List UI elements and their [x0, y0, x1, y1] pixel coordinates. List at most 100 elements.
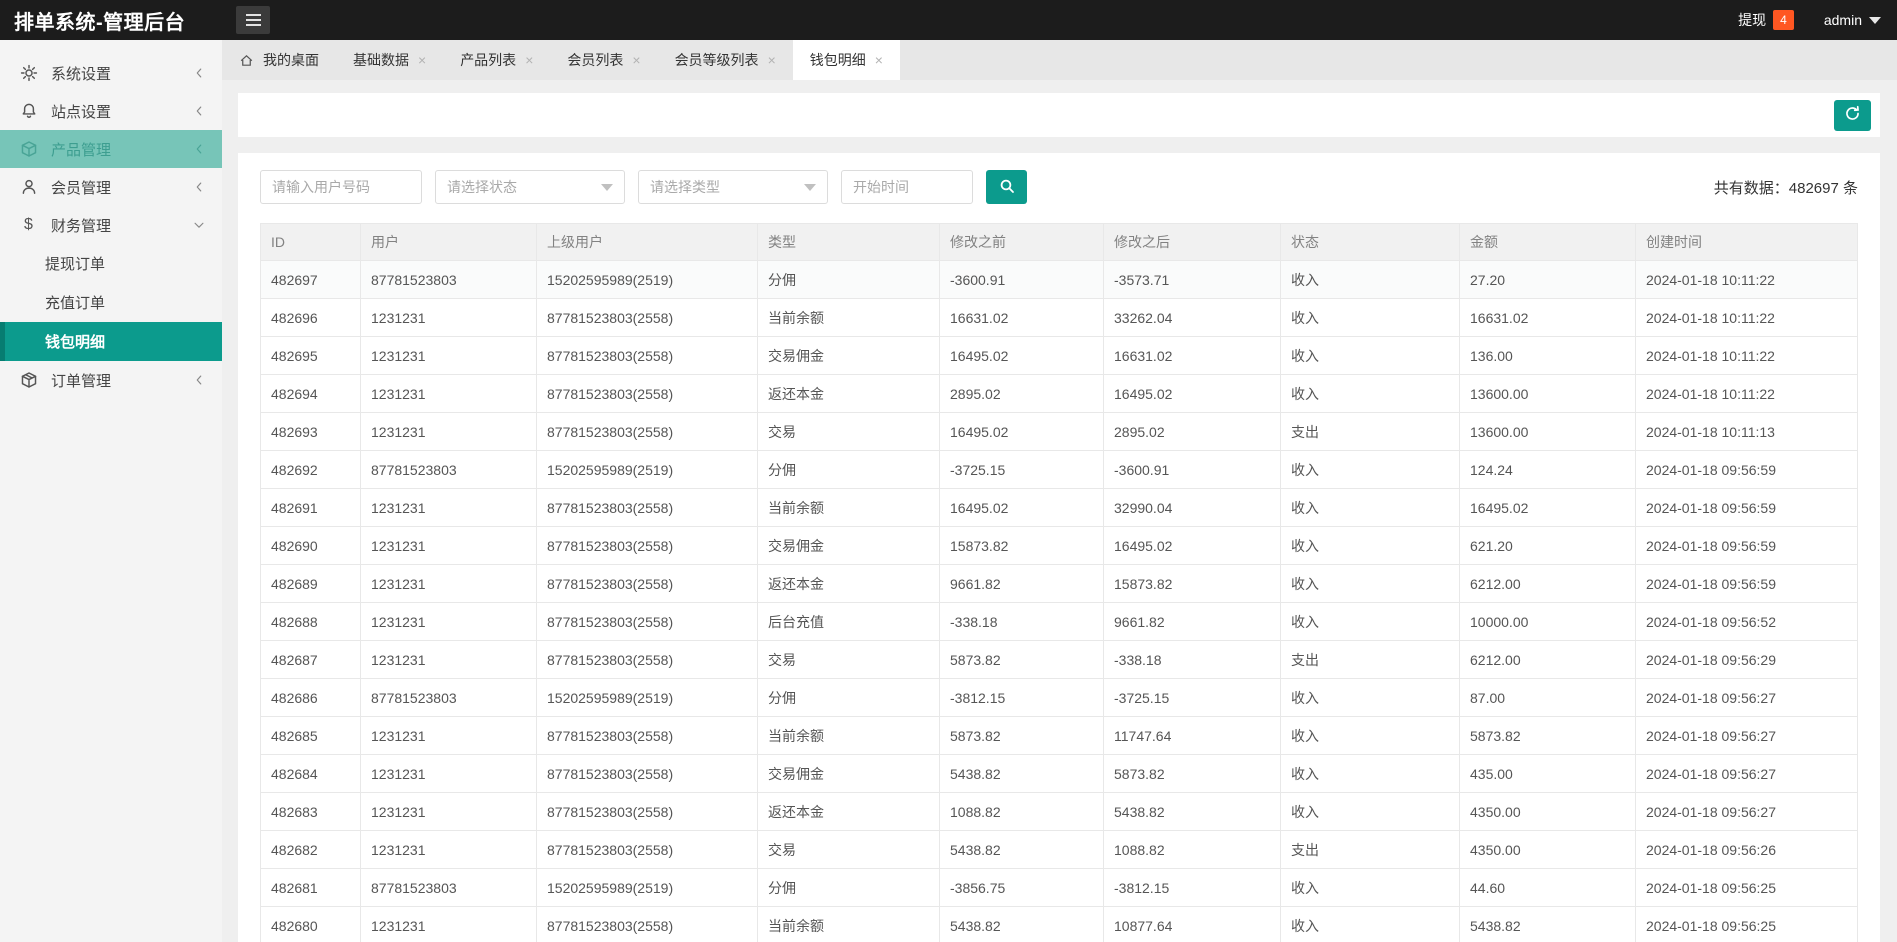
tab-member-list[interactable]: 会员列表 × [550, 40, 657, 80]
cell-type: 交易佣金 [757, 336, 940, 375]
table-row: 482692 87781523803 15202595989(2519) 分佣 … [260, 450, 1858, 489]
column-header-parent-user: 上级用户 [536, 223, 758, 261]
tab-my-desktop[interactable]: 我的桌面 [222, 40, 336, 80]
status-select[interactable]: 请选择状态 [435, 170, 625, 204]
cell-status: 收入 [1280, 260, 1460, 299]
close-icon[interactable]: × [875, 52, 883, 68]
tab-basic-data[interactable]: 基础数据 × [336, 40, 443, 80]
cell-user: 1231231 [360, 526, 537, 565]
column-header-id: ID [260, 223, 361, 261]
sidebar-item-order-management[interactable]: 订单管理 [0, 361, 222, 399]
withdraw-count-badge: 4 [1773, 10, 1794, 30]
cell-parent-user: 15202595989(2519) [536, 450, 758, 489]
close-icon[interactable]: × [768, 52, 776, 68]
cell-before: 5438.82 [939, 754, 1104, 793]
cell-parent-user: 87781523803(2558) [536, 298, 758, 337]
cell-type: 交易佣金 [757, 526, 940, 565]
cell-amount: 5873.82 [1459, 716, 1636, 755]
table-row: 482695 1231231 87781523803(2558) 交易佣金 16… [260, 336, 1858, 375]
cell-amount: 6212.00 [1459, 564, 1636, 603]
cell-type: 交易 [757, 830, 940, 869]
cell-created: 2024-01-18 09:56:26 [1635, 830, 1858, 869]
cell-amount: 27.20 [1459, 260, 1636, 299]
cell-type: 当前余额 [757, 488, 940, 527]
cell-after: 5873.82 [1103, 754, 1281, 793]
close-icon[interactable]: × [632, 52, 640, 68]
user-menu[interactable]: admin [1824, 12, 1881, 28]
cell-created: 2024-01-18 09:56:59 [1635, 488, 1858, 527]
cell-user: 87781523803 [360, 260, 537, 299]
cell-after: -3725.15 [1103, 678, 1281, 717]
table-row: 482688 1231231 87781523803(2558) 后台充值 -3… [260, 602, 1858, 641]
bell-icon [19, 102, 38, 121]
cell-before: 16631.02 [939, 298, 1104, 337]
chevron-left-icon [192, 373, 206, 387]
cell-id: 482697 [260, 260, 361, 299]
cell-before: 9661.82 [939, 564, 1104, 603]
cell-before: 16495.02 [939, 412, 1104, 451]
navbar-right: 提现 4 admin [1738, 10, 1897, 30]
cell-id: 482691 [260, 488, 361, 527]
cell-id: 482694 [260, 374, 361, 413]
cell-before: 5438.82 [939, 830, 1104, 869]
sidebar-item-site-settings[interactable]: 站点设置 [0, 92, 222, 130]
cell-type: 当前余额 [757, 298, 940, 337]
table-row: 482689 1231231 87781523803(2558) 返还本金 96… [260, 564, 1858, 603]
tab-product-list[interactable]: 产品列表 × [443, 40, 550, 80]
chevron-left-icon [192, 104, 206, 118]
sidebar-item-label: 订单管理 [51, 372, 112, 390]
cell-id: 482681 [260, 868, 361, 907]
cell-id: 482685 [260, 716, 361, 755]
cell-type: 分佣 [757, 260, 940, 299]
cell-amount: 4350.00 [1459, 792, 1636, 831]
sidebar-item-finance-management[interactable]: $ 财务管理 [0, 206, 222, 244]
close-icon[interactable]: × [525, 52, 533, 68]
sidebar-subitem-withdraw-orders[interactable]: 提现订单 [0, 244, 222, 283]
cell-created: 2024-01-18 10:11:13 [1635, 412, 1858, 451]
sidebar-item-product-management[interactable]: 产品管理 [0, 130, 222, 168]
sidebar-item-label: 财务管理 [51, 217, 112, 235]
tab-label: 基础数据 [353, 52, 409, 68]
cell-amount: 16495.02 [1459, 488, 1636, 527]
dollar-icon: $ [24, 216, 33, 233]
tab-member-level-list[interactable]: 会员等级列表 × [658, 40, 793, 80]
cell-after: 9661.82 [1103, 602, 1281, 641]
cell-parent-user: 15202595989(2519) [536, 678, 758, 717]
sidebar-toggle-button[interactable] [236, 6, 270, 34]
tab-wallet-details[interactable]: 钱包明细 × [792, 40, 900, 80]
total-count-text: 共有数据：482697 条 [1713, 179, 1858, 197]
withdraw-notification[interactable]: 提现 4 [1738, 10, 1794, 30]
sidebar-item-member-management[interactable]: 会员管理 [0, 168, 222, 206]
sidebar-item-label: 站点设置 [51, 103, 112, 121]
chevron-left-icon [192, 66, 206, 80]
cell-id: 482693 [260, 412, 361, 451]
cell-user: 1231231 [360, 716, 537, 755]
cell-created: 2024-01-18 10:11:22 [1635, 374, 1858, 413]
tab-label: 钱包明细 [809, 52, 866, 68]
cell-user: 1231231 [360, 298, 537, 337]
start-time-input[interactable] [841, 170, 973, 204]
type-select[interactable]: 请选择类型 [638, 170, 828, 204]
cell-id: 482682 [260, 830, 361, 869]
filter-row: 请选择状态 请选择类型 共有数据：482697 条 [260, 170, 1858, 204]
cell-status: 收入 [1280, 792, 1460, 831]
search-button[interactable] [986, 170, 1027, 204]
cell-parent-user: 15202595989(2519) [536, 868, 758, 907]
sidebar-item-system-settings[interactable]: 系统设置 [0, 54, 222, 92]
refresh-button[interactable] [1834, 99, 1871, 131]
cell-before: 5873.82 [939, 640, 1104, 679]
cell-user: 87781523803 [360, 678, 537, 717]
user-number-input[interactable] [260, 170, 422, 204]
sidebar-subitem-recharge-orders[interactable]: 充值订单 [0, 283, 222, 322]
cell-after: 2895.02 [1103, 412, 1281, 451]
cell-after: -338.18 [1103, 640, 1281, 679]
close-icon[interactable]: × [418, 52, 426, 68]
chevron-down-icon [804, 183, 816, 191]
sidebar-subitem-wallet-details[interactable]: 钱包明细 [0, 322, 222, 361]
cell-status: 收入 [1280, 678, 1460, 717]
cell-id: 482680 [260, 906, 361, 942]
cell-created: 2024-01-18 09:56:59 [1635, 564, 1858, 603]
cell-amount: 87.00 [1459, 678, 1636, 717]
cell-before: 5873.82 [939, 716, 1104, 755]
chevron-left-icon [192, 142, 206, 156]
